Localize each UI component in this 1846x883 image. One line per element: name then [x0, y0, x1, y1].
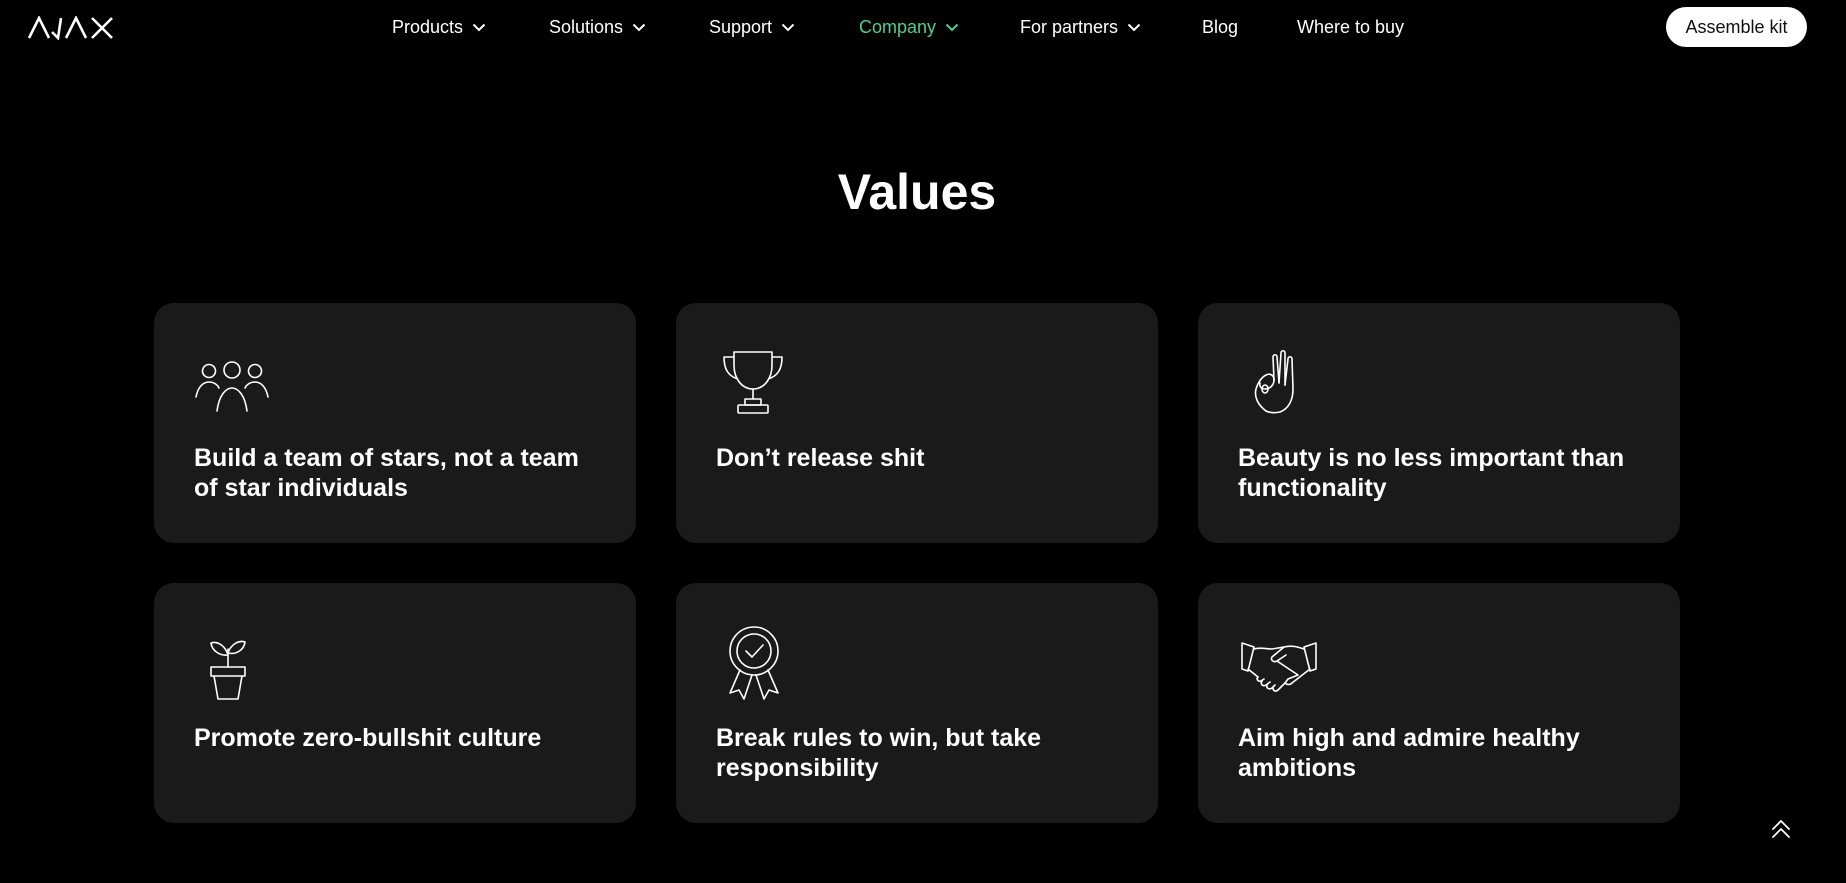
- chevron-down-icon: [472, 23, 486, 31]
- nav-blog[interactable]: Blog: [1202, 14, 1238, 40]
- value-card-text: Break rules to win, but take responsibil…: [716, 724, 1042, 782]
- assemble-kit-button[interactable]: Assemble kit: [1666, 7, 1807, 47]
- main-nav: Products Solutions Support Company For p…: [0, 0, 1846, 54]
- ajax-logo-icon: [28, 16, 113, 40]
- value-card: Beauty is no less important than functio…: [1198, 303, 1680, 543]
- sprout-pot-icon: [208, 637, 288, 705]
- page: Products Solutions Support Company For p…: [0, 0, 1846, 883]
- nav-products[interactable]: Products: [392, 14, 486, 40]
- scroll-to-top-button[interactable]: [1768, 816, 1794, 842]
- award-ribbon-icon: [726, 625, 806, 700]
- chevron-down-icon: [1127, 23, 1141, 31]
- value-card-text: Don’t release shit: [716, 444, 925, 472]
- nav-where-to-buy[interactable]: Where to buy: [1297, 14, 1404, 40]
- nav-label: Blog: [1202, 16, 1239, 37]
- nav-label: Company: [859, 16, 937, 37]
- trophy-icon: [720, 349, 800, 417]
- nav-label: For partners: [1020, 16, 1119, 37]
- section-title: Values: [837, 164, 997, 220]
- value-card: Promote zero-bullshit culture: [154, 583, 636, 823]
- chevron-down-icon: [945, 23, 959, 31]
- site-header: Products Solutions Support Company For p…: [0, 0, 1846, 54]
- nav-label: Products: [392, 16, 464, 37]
- value-card-text: Beauty is no less important than functio…: [1238, 444, 1625, 502]
- value-card: Break rules to win, but take responsibil…: [676, 583, 1158, 823]
- nav-support[interactable]: Support: [709, 14, 795, 40]
- nav-label: Solutions: [549, 16, 624, 37]
- double-chevron-up-icon: [1772, 820, 1790, 838]
- ok-hand-icon: [1250, 349, 1330, 417]
- handshake-icon: [1240, 637, 1320, 705]
- chevron-down-icon: [632, 23, 646, 31]
- nav-for-partners[interactable]: For partners: [1020, 14, 1141, 40]
- nav-label: Support: [709, 16, 773, 37]
- value-card: Don’t release shit: [676, 303, 1158, 543]
- chevron-down-icon: [781, 23, 795, 31]
- value-card-text: Build a team of stars, not a team of sta…: [194, 444, 579, 502]
- value-card-text: Promote zero-bullshit culture: [194, 724, 542, 752]
- nav-company[interactable]: Company: [859, 14, 959, 40]
- nav-solutions[interactable]: Solutions: [549, 14, 646, 40]
- value-card-text: Aim high and admire healthy ambitions: [1238, 724, 1580, 782]
- value-card: Build a team of stars, not a team of sta…: [154, 303, 636, 543]
- team-icon: [192, 349, 272, 417]
- value-card: Aim high and admire healthy ambitions: [1198, 583, 1680, 823]
- nav-label: Where to buy: [1297, 16, 1405, 37]
